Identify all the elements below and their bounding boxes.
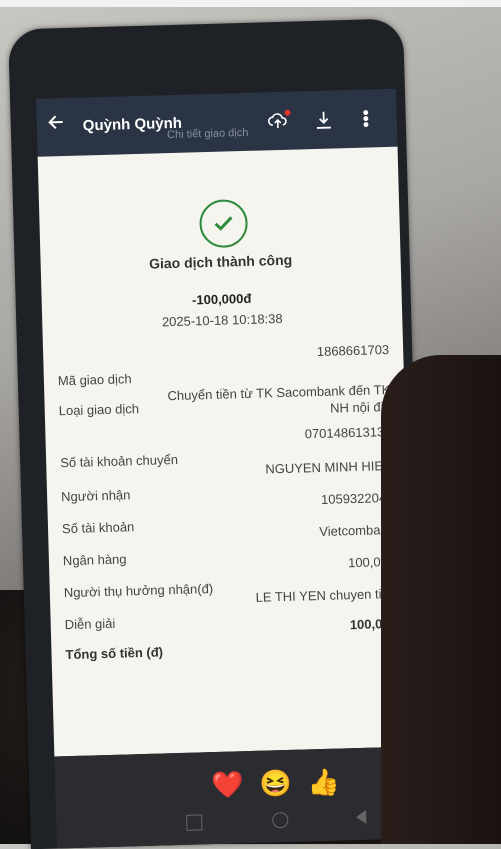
success-check-icon	[198, 198, 249, 249]
hand	[381, 355, 501, 844]
datetime-text: 2025-10-18 10:18:38	[161, 310, 283, 330]
back-arrow-icon[interactable]	[46, 112, 67, 139]
top-border	[0, 0, 501, 7]
reaction-laugh[interactable]: 😆	[259, 768, 292, 800]
reaction-like[interactable]: 👍	[307, 767, 340, 799]
ghost-title: Chi tiết giao dịch	[166, 126, 249, 142]
reaction-bar: ❤️ 😆 👍	[54, 746, 430, 849]
status-text: Giao dịch thành công	[148, 251, 293, 272]
nav-home-icon[interactable]	[272, 812, 289, 829]
nav-recents-icon[interactable]	[186, 814, 203, 831]
reaction-heart[interactable]: ❤️	[211, 769, 244, 801]
download-icon[interactable]	[312, 108, 335, 131]
notification-dot	[284, 109, 291, 116]
nav-back-icon[interactable]	[356, 809, 367, 825]
row-total: Tổng số tiền (đ) 100,000	[65, 615, 398, 663]
receipt-screen: Giao dịch thành công -100,000đ 2025-10-1…	[37, 146, 415, 757]
amount-text: -100,000đ	[191, 290, 252, 308]
more-vertical-icon[interactable]: • • •	[362, 102, 369, 134]
phone-device: Quỳnh Quỳnh Chi tiết giao dịch • • • Giao …	[8, 18, 430, 849]
